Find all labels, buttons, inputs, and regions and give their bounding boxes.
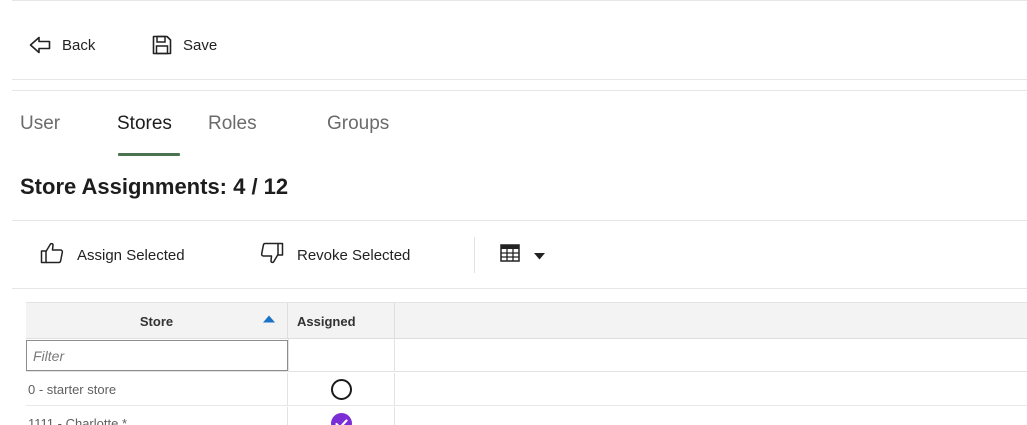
back-button[interactable]: Back [29,31,95,59]
assign-selected-label: Assign Selected [77,246,185,264]
save-label: Save [183,36,218,54]
back-label: Back [62,36,96,54]
revoke-selected-label: Revoke Selected [297,246,411,264]
assigned-check-icon[interactable] [331,413,352,425]
thumbs-down-icon [260,242,284,268]
store-cell: 1111 - Charlotte * [26,407,288,425]
top-toolbar: Back Save [12,0,1027,80]
assigned-cell [289,373,395,406]
thumbs-up-icon [40,242,64,268]
column-header-assigned[interactable]: Assigned [289,303,395,339]
table-icon [500,244,520,266]
page: Back Save User Stores Roles Groups Store… [0,0,1027,425]
tab-user[interactable]: User [20,113,60,135]
sort-ascending-icon[interactable] [263,311,275,326]
assign-selected-button[interactable]: Assign Selected [40,241,185,269]
filter-row [26,339,1027,372]
divider [12,220,1027,221]
grid-toolbar: Assign Selected Revoke Selected [0,237,1027,273]
table-row[interactable]: 0 - starter store [26,373,1027,406]
assigned-cell [289,407,395,425]
assigned-filter-cell [288,339,395,372]
tab-roles[interactable]: Roles [208,113,257,135]
tab-stores[interactable]: Stores [117,113,172,135]
revoke-selected-button[interactable]: Revoke Selected [260,241,410,269]
divider [12,288,1027,289]
toolbar-divider [474,237,475,273]
table-row[interactable]: 1111 - Charlotte * [26,407,1027,425]
page-title: Store Assignments: 4 / 12 [20,174,289,199]
table-header: Store Assigned [26,303,1027,339]
tab-groups[interactable]: Groups [327,113,389,135]
column-header-assigned-label: Assigned [297,313,356,329]
active-tab-indicator [118,153,180,156]
store-filter-input[interactable] [26,340,288,371]
column-header-store-label: Store [139,313,174,329]
caret-down-icon [534,247,545,264]
table-view-menu-button[interactable] [500,241,545,269]
store-assignments-table: Store Assigned 0 - starter store 1111 - … [26,302,1027,425]
arrow-left-icon [29,35,51,55]
column-header-store[interactable]: Store [26,303,288,339]
unassigned-radio[interactable] [331,379,352,400]
store-cell: 0 - starter store [26,373,288,406]
save-icon [152,35,172,55]
divider [12,90,1027,91]
save-button[interactable]: Save [152,31,217,59]
